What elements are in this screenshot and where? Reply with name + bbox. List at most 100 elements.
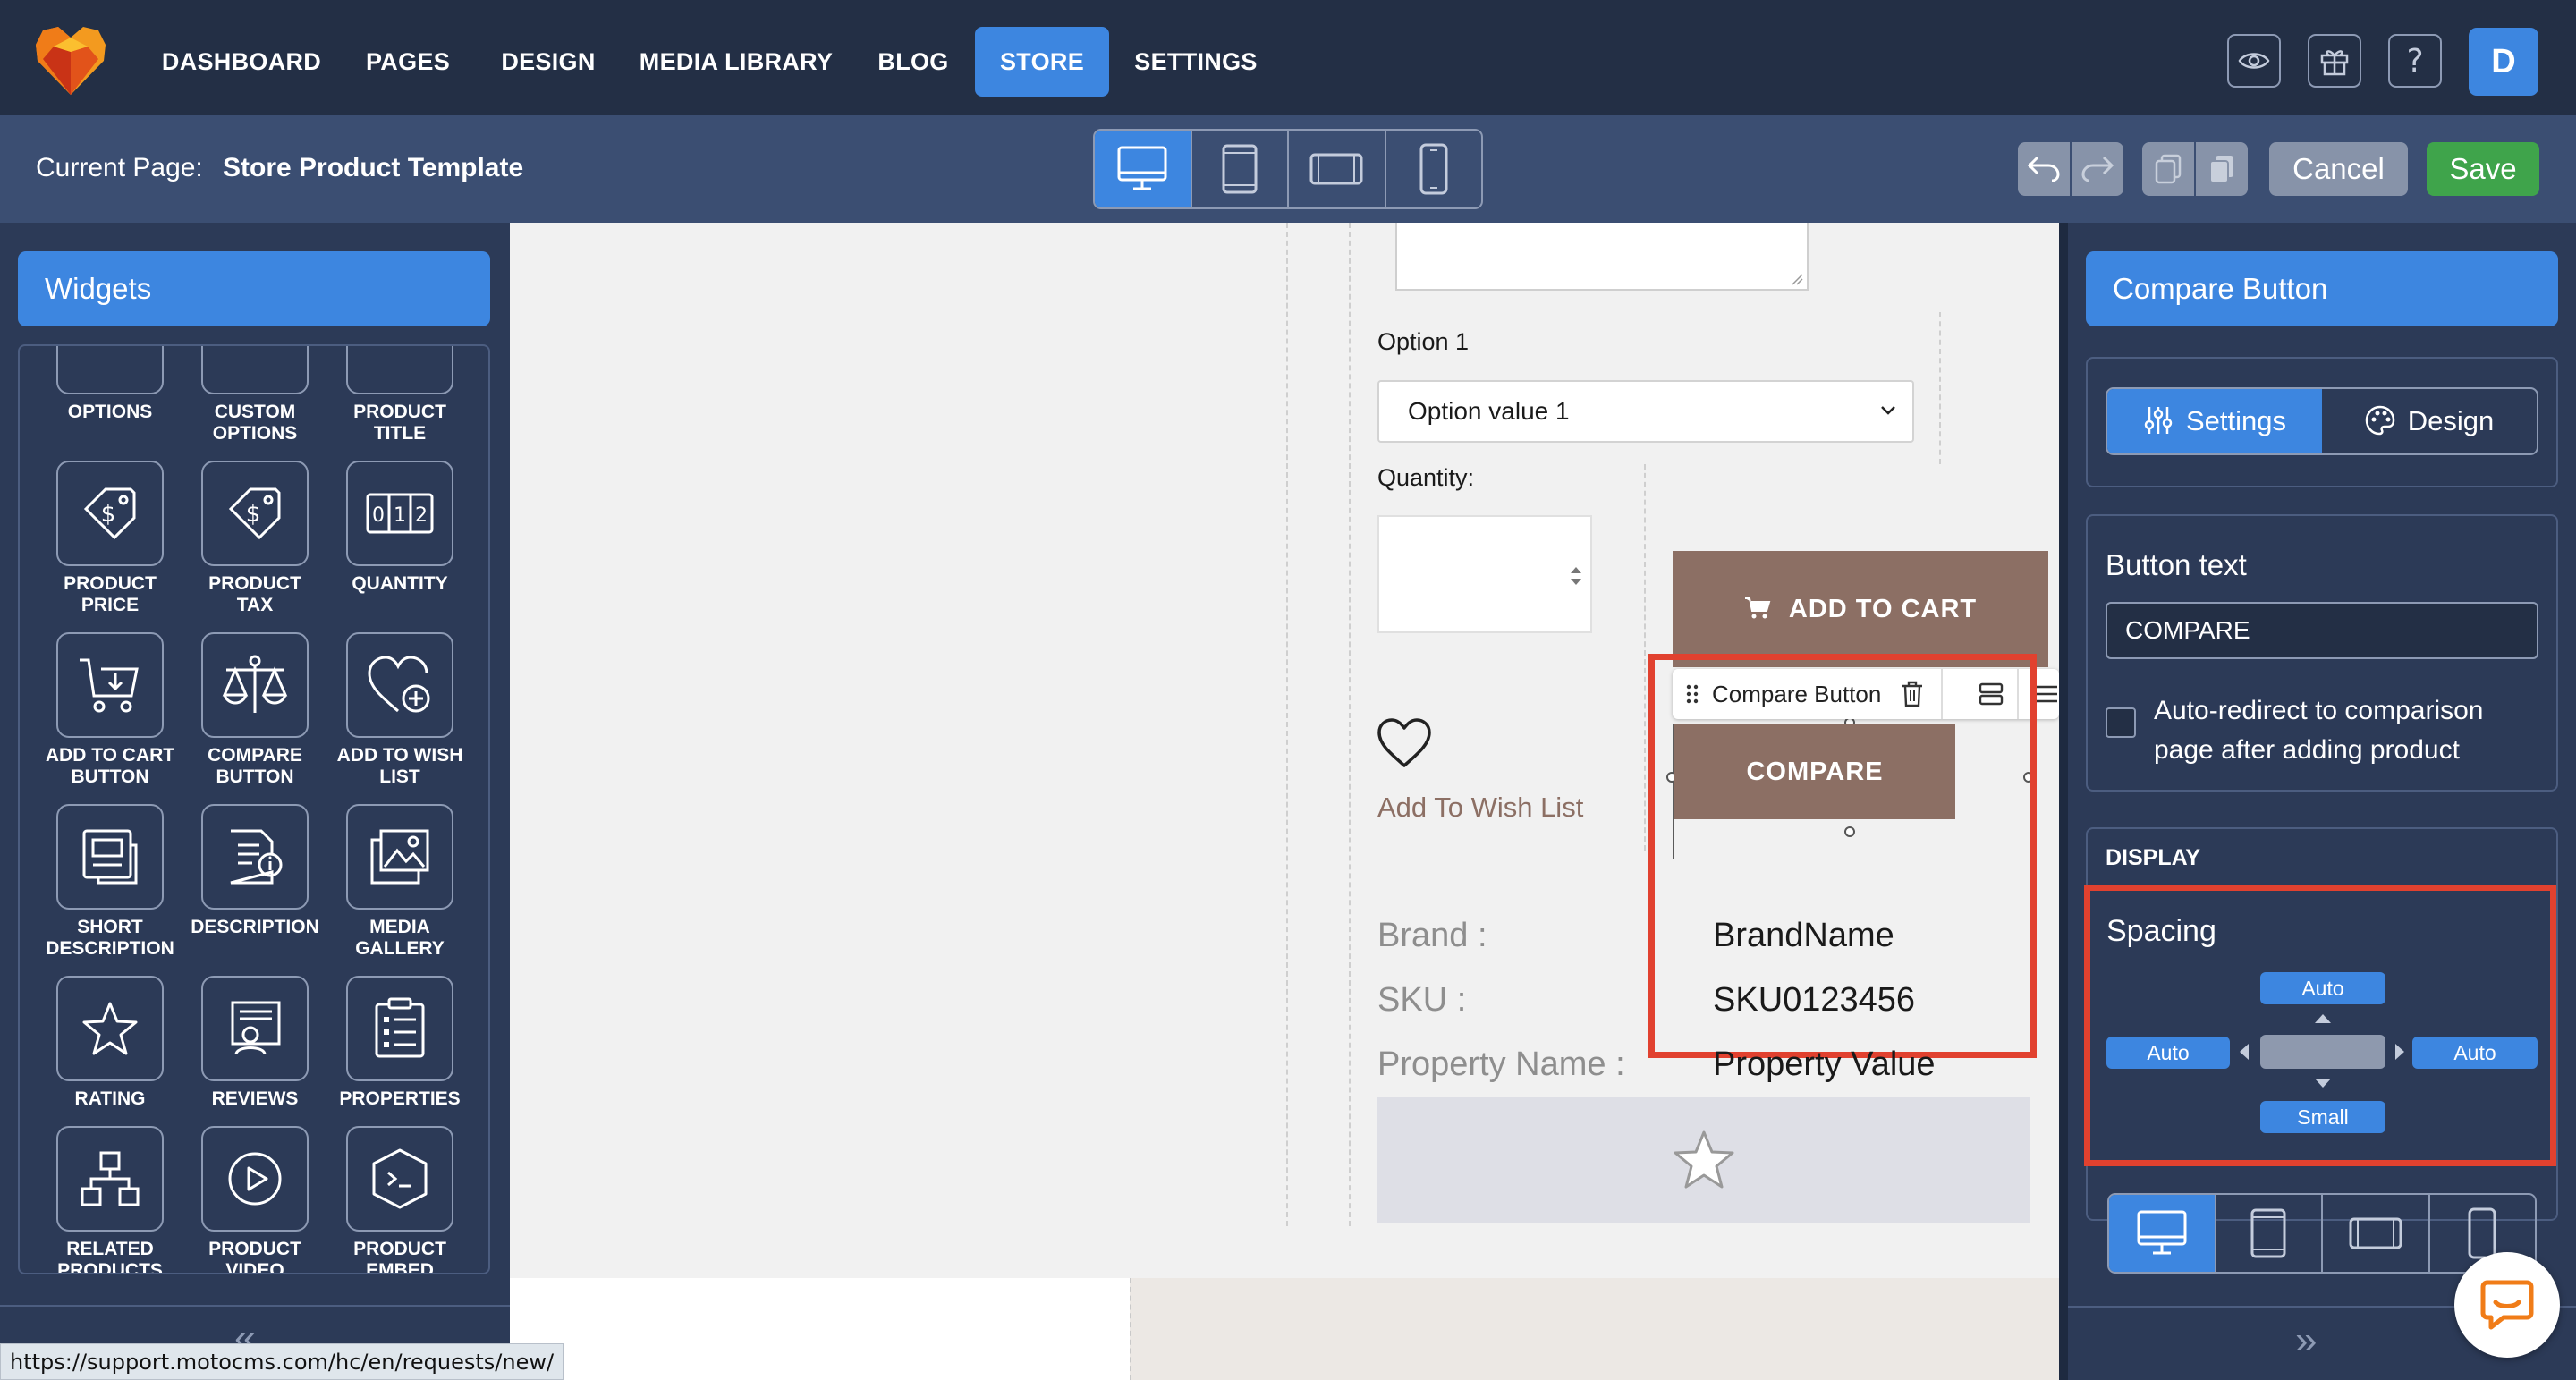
top-navigation: DASHBOARD PAGES DESIGN MEDIA LIBRARY BLO… [0,0,2576,115]
svg-text:$: $ [246,501,261,528]
cart-icon [1744,597,1771,619]
help-button[interactable]: ? [2388,34,2442,88]
add-to-cart-button[interactable]: ADD TO CART [1673,551,2048,667]
widget-media-gallery[interactable]: MEDIA GALLERY [333,804,467,960]
widget-product-tax[interactable]: $ PRODUCT TAX [188,461,322,616]
widget-reviews[interactable]: REVIEWS [188,976,322,1110]
spacing-bottom-button[interactable]: Small [2260,1101,2385,1133]
section-image [1130,1278,2059,1380]
tablet-view-button[interactable] [1192,131,1289,207]
add-to-wish-list-link[interactable]: Add To Wish List [1377,792,1583,824]
desktop-view-button[interactable] [1095,131,1192,207]
nav-settings[interactable]: SETTINGS [1129,27,1263,97]
tab-settings[interactable]: Settings [2107,389,2322,453]
heart-icon[interactable] [1376,717,1433,769]
nav-dashboard[interactable]: DASHBOARD [159,27,324,97]
scales-icon [222,655,288,713]
paste-button[interactable] [2196,142,2248,196]
widget-quantity[interactable]: 012 QUANTITY [333,461,467,595]
quantity-input[interactable] [1377,515,1592,633]
column-guide [1939,312,1941,464]
chevron-right-double-icon: » [2295,1318,2318,1362]
column-guide [1286,223,1288,1226]
sku-label: SKU : [1377,981,1467,1019]
spacing-top-button[interactable]: Auto [2260,972,2385,1004]
widget-options[interactable]: OPTIONS [43,346,177,423]
rating-placeholder[interactable] [1377,1097,2030,1223]
spacing-desktop-button[interactable] [2109,1195,2216,1272]
widget-product-embed[interactable]: PRODUCT EMBED [333,1126,467,1273]
column-guide [1349,223,1351,1226]
nav-pages[interactable]: PAGES [358,27,458,97]
preview-button[interactable] [2227,34,2281,88]
star-icon [1674,1130,1734,1189]
nav-media-library[interactable]: MEDIA LIBRARY [637,27,835,97]
reviews-icon [231,1001,281,1055]
page-toolbar: Current Page: Store Product Template Can… [0,115,2576,223]
gift-button[interactable] [2308,34,2361,88]
widget-description[interactable]: DESCRIPTION [188,804,322,938]
option-label: Option 1 [1377,328,1470,355]
widget-add-to-wish-list[interactable]: ADD TO WISH LIST [333,632,467,788]
stepper-arrows-icon[interactable] [1567,562,1585,590]
nav-blog[interactable]: BLOG [866,27,961,97]
gift-icon [2320,50,2349,76]
brand-label: Brand : [1377,917,1487,954]
chat-widget-button[interactable] [2454,1252,2560,1358]
spacing-tablet-landscape-button[interactable] [2323,1195,2430,1272]
widget-compare-button[interactable]: COMPARE BUTTON [188,632,322,788]
cancel-button[interactable]: Cancel [2269,142,2408,196]
section-placeholder [510,1278,1130,1380]
embed-icon [372,1148,428,1209]
layout-list-icon[interactable] [2034,682,2059,706]
logo-icon[interactable] [34,25,107,97]
widget-add-to-cart-button[interactable]: ADD TO CART BUTTON [43,632,177,788]
widget-short-description[interactable]: SHORT DESCRIPTION [43,804,177,960]
undo-button[interactable] [2018,142,2070,196]
spacing-right-button[interactable]: Auto [2412,1037,2538,1069]
product-title-icon [346,346,453,394]
current-page-label: Current Page: [36,153,203,182]
spacing-device-switcher [2107,1193,2537,1274]
properties-tabs: Settings Design [2106,387,2538,455]
widget-related-products[interactable]: RELATED PRODUCTS [43,1126,177,1273]
auto-redirect-checkbox[interactable] [2106,707,2136,738]
widget-properties[interactable]: PROPERTIES [333,976,467,1110]
avatar[interactable]: D [2469,28,2538,96]
page-canvas[interactable]: Option 1 Option value 1 Quantity: ADD TO… [510,223,2059,1380]
spacing-tablet-button[interactable] [2216,1195,2323,1272]
nav-store[interactable]: STORE [975,27,1109,97]
tax-tag-icon: $ [228,487,281,540]
device-switcher [1093,129,1483,209]
custom-option-textarea[interactable] [1395,223,1809,291]
option-select-value: Option value 1 [1408,397,1570,425]
phone-view-button[interactable] [1386,131,1482,207]
quantity-label: Quantity: [1377,464,1475,491]
widget-rating[interactable]: RATING [43,976,177,1110]
svg-text:0: 0 [372,504,385,527]
widget-custom-options[interactable]: CUSTOM OPTIONS [188,346,322,444]
svg-text:2: 2 [415,504,428,527]
cart-icon [80,658,139,713]
brand-value: BrandName [1713,917,1894,954]
tab-design[interactable]: Design [2322,389,2537,453]
save-button[interactable]: Save [2427,142,2539,196]
media-gallery-icon [370,829,429,885]
short-description-icon [82,829,138,885]
star-icon [82,1002,138,1055]
widget-product-video[interactable]: PRODUCT VIDEO [188,1126,322,1273]
status-url: https://support.motocms.com/hc/en/reques… [0,1343,564,1380]
tablet-icon [1222,144,1258,194]
option-select[interactable]: Option value 1 [1377,380,1914,443]
widget-product-title[interactable]: PRODUCT TITLE [333,346,467,444]
nav-design[interactable]: DESIGN [492,27,605,97]
tablet-landscape-view-button[interactable] [1289,131,1386,207]
widget-product-price[interactable]: $ PRODUCT PRICE [43,461,177,616]
spacing-left-button[interactable]: Auto [2106,1037,2230,1069]
widgets-panel: Widgets OPTIONS CUSTOM OPTIONS PRODUCT T… [0,223,510,1380]
spacing-label: Spacing [2106,914,2216,948]
current-page-title: Store Product Template [223,153,524,182]
button-text-input[interactable] [2106,602,2538,659]
copy-button[interactable] [2142,142,2194,196]
redo-button[interactable] [2072,142,2123,196]
